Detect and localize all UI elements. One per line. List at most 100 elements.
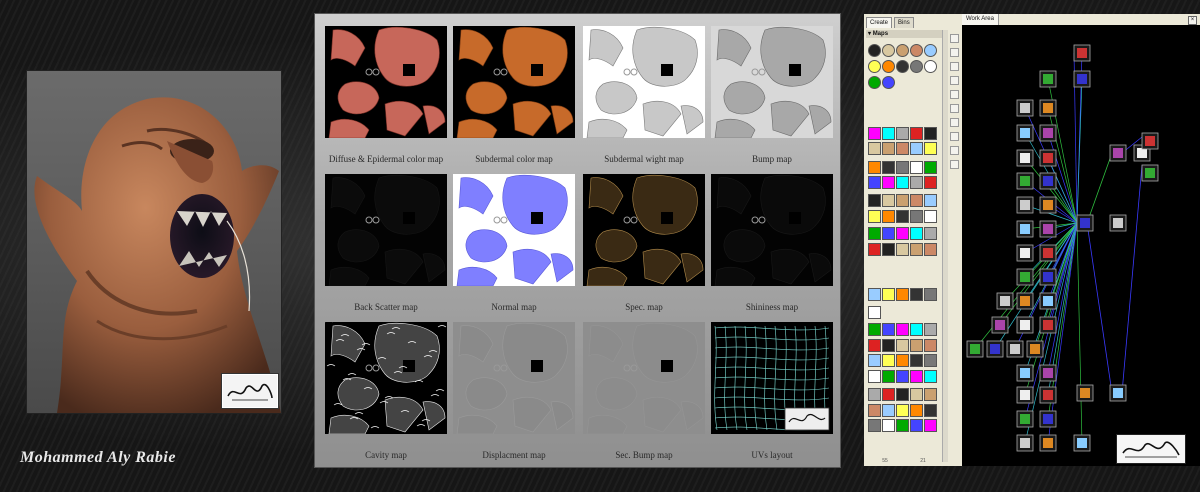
shader-node[interactable] xyxy=(1039,220,1057,238)
tool-button[interactable] xyxy=(950,132,959,141)
map-node-icon[interactable] xyxy=(882,354,895,367)
map-node-icon[interactable] xyxy=(882,142,895,155)
map-node-icon[interactable] xyxy=(896,227,909,240)
shader-node[interactable] xyxy=(991,316,1009,334)
map-node-icon[interactable] xyxy=(868,404,881,417)
shader-node[interactable] xyxy=(1016,292,1034,310)
shader-node[interactable] xyxy=(1016,172,1034,190)
map-node-icon[interactable] xyxy=(910,339,923,352)
map-node-icon[interactable] xyxy=(868,419,881,432)
tool-button[interactable] xyxy=(950,48,959,57)
work-area-tab[interactable]: Work Area xyxy=(962,14,999,25)
shader-node[interactable] xyxy=(1039,292,1057,310)
map-node-icon[interactable] xyxy=(868,127,881,140)
shader-node[interactable] xyxy=(1109,214,1127,232)
map-node-icon[interactable] xyxy=(924,404,937,417)
map-node-icon[interactable] xyxy=(882,76,895,89)
shader-node[interactable] xyxy=(1016,196,1034,214)
map-node-icon[interactable] xyxy=(896,339,909,352)
tool-button[interactable] xyxy=(950,90,959,99)
shader-node[interactable] xyxy=(1016,316,1034,334)
shader-node[interactable] xyxy=(1073,44,1091,62)
work-area[interactable]: Work Area × xyxy=(962,14,1200,466)
map-node-icon[interactable] xyxy=(882,288,895,301)
map-node-icon[interactable] xyxy=(910,419,923,432)
map-node-icon[interactable] xyxy=(868,210,881,223)
shader-node[interactable] xyxy=(1039,172,1057,190)
map-node-icon[interactable] xyxy=(882,44,895,57)
shader-node[interactable] xyxy=(1039,434,1057,452)
tool-button[interactable] xyxy=(950,76,959,85)
map-node-icon[interactable] xyxy=(882,339,895,352)
map-node-icon[interactable] xyxy=(868,306,881,319)
map-node-icon[interactable] xyxy=(924,161,937,174)
map-node-icon[interactable] xyxy=(896,404,909,417)
map-node-icon[interactable] xyxy=(910,44,923,57)
map-node-icon[interactable] xyxy=(896,127,909,140)
shader-node[interactable] xyxy=(1039,244,1057,262)
shader-node[interactable] xyxy=(1109,384,1127,402)
map-node-icon[interactable] xyxy=(896,44,909,57)
shader-node[interactable] xyxy=(1016,149,1034,167)
map-node-icon[interactable] xyxy=(910,227,923,240)
map-node-icon[interactable] xyxy=(868,339,881,352)
palette-section-maps[interactable]: ▾ Maps xyxy=(866,30,944,38)
map-node-icon[interactable] xyxy=(882,127,895,140)
map-node-icon[interactable] xyxy=(868,161,881,174)
close-icon[interactable]: × xyxy=(1188,16,1197,25)
map-node-icon[interactable] xyxy=(868,288,881,301)
map-node-icon[interactable] xyxy=(924,388,937,401)
map-node-icon[interactable] xyxy=(882,176,895,189)
map-node-icon[interactable] xyxy=(910,194,923,207)
map-node-icon[interactable] xyxy=(910,354,923,367)
map-node-icon[interactable] xyxy=(868,60,881,73)
map-node-icon[interactable] xyxy=(868,44,881,57)
map-node-icon[interactable] xyxy=(924,288,937,301)
shader-node[interactable] xyxy=(1016,220,1034,238)
map-node-icon[interactable] xyxy=(924,127,937,140)
map-node-icon[interactable] xyxy=(910,243,923,256)
tab-bins[interactable]: Bins xyxy=(894,17,914,28)
map-node-icon[interactable] xyxy=(896,161,909,174)
shader-node[interactable] xyxy=(1016,99,1034,117)
map-node-icon[interactable] xyxy=(896,388,909,401)
map-node-icon[interactable] xyxy=(868,194,881,207)
map-node-icon[interactable] xyxy=(882,194,895,207)
map-node-icon[interactable] xyxy=(924,210,937,223)
map-node-icon[interactable] xyxy=(924,419,937,432)
map-node-icon[interactable] xyxy=(896,323,909,336)
map-node-icon[interactable] xyxy=(910,323,923,336)
node-graph[interactable] xyxy=(962,25,1200,466)
shader-node[interactable] xyxy=(1006,340,1024,358)
map-node-icon[interactable] xyxy=(882,388,895,401)
map-node-icon[interactable] xyxy=(896,176,909,189)
map-node-icon[interactable] xyxy=(924,44,937,57)
map-node-icon[interactable] xyxy=(868,76,881,89)
map-node-icon[interactable] xyxy=(868,142,881,155)
shader-node[interactable] xyxy=(966,340,984,358)
shader-node[interactable] xyxy=(1039,316,1057,334)
map-node-icon[interactable] xyxy=(882,323,895,336)
shader-node[interactable] xyxy=(1073,434,1091,452)
shader-node[interactable] xyxy=(1076,214,1094,232)
shader-node[interactable] xyxy=(1141,132,1159,150)
shader-node[interactable] xyxy=(1039,99,1057,117)
shader-node[interactable] xyxy=(1016,364,1034,382)
shader-node[interactable] xyxy=(1039,268,1057,286)
map-node-icon[interactable] xyxy=(924,142,937,155)
shader-node[interactable] xyxy=(1039,386,1057,404)
map-node-icon[interactable] xyxy=(910,161,923,174)
shader-node[interactable] xyxy=(1016,124,1034,142)
map-node-icon[interactable] xyxy=(896,243,909,256)
map-node-icon[interactable] xyxy=(910,60,923,73)
tool-button[interactable] xyxy=(950,146,959,155)
shader-node[interactable] xyxy=(1076,384,1094,402)
tool-button[interactable] xyxy=(950,160,959,169)
map-node-icon[interactable] xyxy=(924,227,937,240)
map-node-icon[interactable] xyxy=(924,339,937,352)
shader-node[interactable] xyxy=(1109,144,1127,162)
shader-node[interactable] xyxy=(1016,434,1034,452)
map-node-icon[interactable] xyxy=(910,388,923,401)
shader-node[interactable] xyxy=(1039,410,1057,428)
shader-node[interactable] xyxy=(1039,149,1057,167)
